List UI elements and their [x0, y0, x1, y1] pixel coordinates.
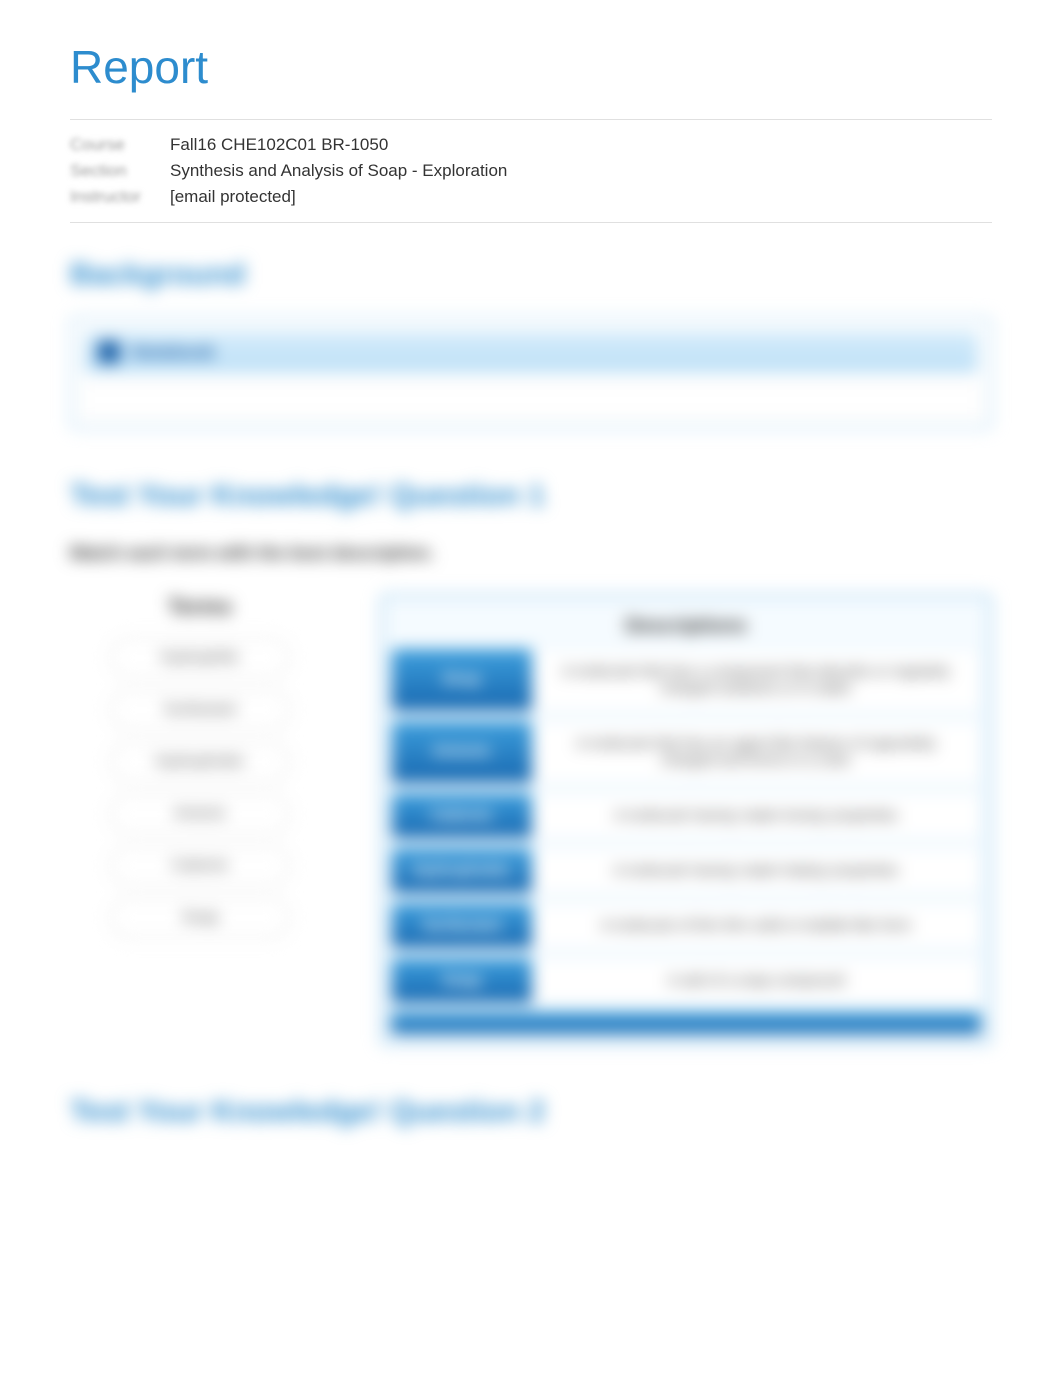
drop-slot[interactable]: Soap — [392, 958, 532, 1003]
question-1-instruction: Match each term with the best descriptio… — [70, 543, 992, 564]
desc-text: A molecule that has a component that abs… — [532, 649, 980, 711]
desc-text: A molecule having 'water-hating' propert… — [532, 848, 980, 893]
notebook-title: Notebook — [132, 342, 215, 363]
terms-column: Terms Hydrophilic Surfactant Hydrophobic… — [70, 594, 330, 1045]
meta-value: Synthesis and Analysis of Soap - Explora… — [170, 161, 507, 181]
desc-row: Soap A salt of a soap compound — [391, 957, 981, 1004]
meta-row-instructor: Instructor [email protected] — [70, 184, 992, 210]
question-2-heading: Test Your Knowledge! Question 2 — [70, 1095, 992, 1129]
term-pill[interactable]: Soap — [110, 898, 290, 938]
notebook-body[interactable] — [84, 385, 978, 415]
meta-label: Section — [70, 161, 170, 181]
desc-text: A molecule that has an agent like featur… — [532, 721, 980, 783]
drop-slot[interactable]: Anionic — [392, 721, 532, 783]
desc-row: Anionic A molecule that has an agent lik… — [391, 720, 981, 784]
notebook-box: Notebook — [70, 317, 992, 429]
meta-label: Course — [70, 135, 170, 155]
page-title: Report — [70, 40, 992, 94]
terms-header: Terms — [70, 594, 330, 620]
background-heading: Background — [70, 258, 992, 292]
descriptions-header: Descriptions — [391, 605, 981, 648]
notebook-icon — [98, 341, 120, 363]
drop-slot[interactable]: Surfactant — [392, 903, 532, 948]
desc-row: Cationic A molecule having 'water-loving… — [391, 792, 981, 839]
table-footer-bar — [391, 1012, 981, 1034]
desc-row: Hydrophobic A molecule having 'water-hat… — [391, 847, 981, 894]
desc-text: A molecule of thin thin solid or bubble-… — [532, 903, 980, 948]
blurred-content: Background Notebook Test Your Knowledge!… — [70, 258, 992, 1129]
match-area: Terms Hydrophilic Surfactant Hydrophobic… — [70, 594, 992, 1045]
descriptions-table: Descriptions Drop A molecule that has a … — [380, 594, 992, 1045]
term-pill[interactable]: Surfactant — [110, 690, 290, 730]
term-pill[interactable]: Anionic — [110, 794, 290, 834]
meta-row-section: Section Synthesis and Analysis of Soap -… — [70, 158, 992, 184]
term-pill[interactable]: Hydrophobic — [110, 742, 290, 782]
notebook-header[interactable]: Notebook — [84, 331, 978, 373]
question-1-heading: Test Your Knowledge! Question 1 — [70, 479, 992, 513]
meta-value: Fall16 CHE102C01 BR-1050 — [170, 135, 388, 155]
meta-label: Instructor — [70, 187, 170, 207]
meta-value: [email protected] — [170, 187, 296, 207]
desc-row: Surfactant A molecule of thin thin solid… — [391, 902, 981, 949]
drop-slot[interactable]: Cationic — [392, 793, 532, 838]
desc-text: A salt of a soap compound — [532, 958, 980, 1003]
drop-slot[interactable]: Hydrophobic — [392, 848, 532, 893]
drop-slot[interactable]: Drop — [392, 649, 532, 711]
meta-box: Course Fall16 CHE102C01 BR-1050 Section … — [70, 119, 992, 223]
term-pill[interactable]: Cationic — [110, 846, 290, 886]
desc-text: A molecule having 'water-loving' propert… — [532, 793, 980, 838]
desc-row: Drop A molecule that has a component tha… — [391, 648, 981, 712]
term-pill[interactable]: Hydrophilic — [110, 638, 290, 678]
descriptions-column: Descriptions Drop A molecule that has a … — [380, 594, 992, 1045]
meta-row-course: Course Fall16 CHE102C01 BR-1050 — [70, 132, 992, 158]
